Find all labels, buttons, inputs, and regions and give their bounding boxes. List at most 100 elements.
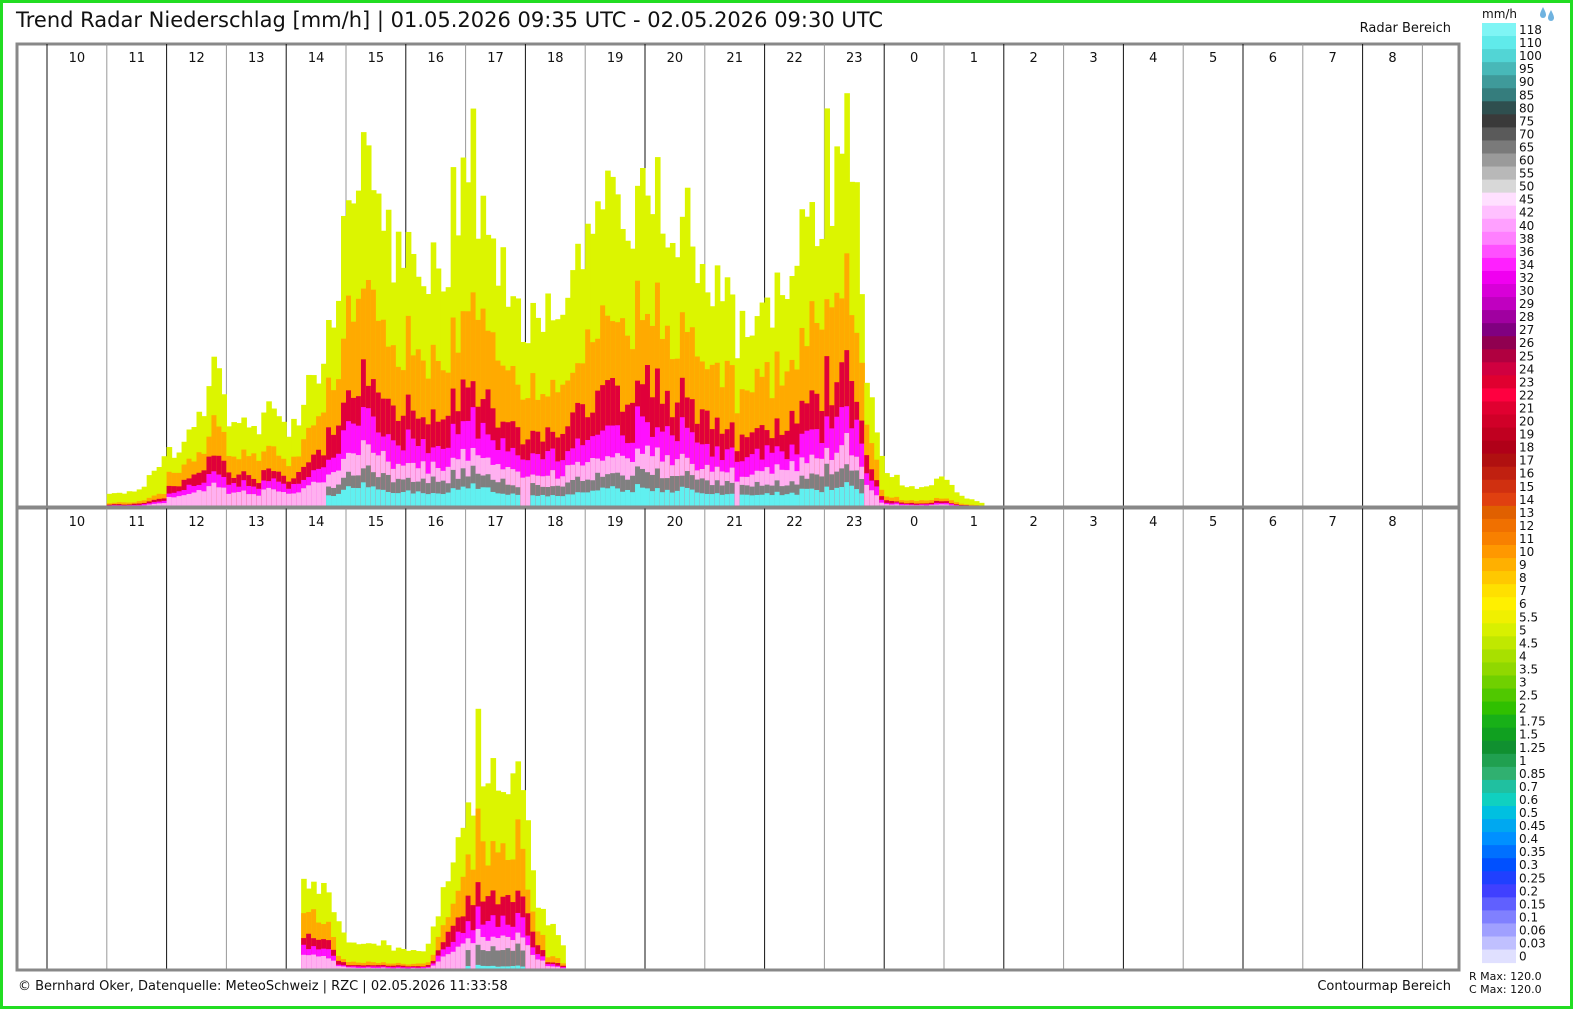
legend-level-label: 3.5 (1519, 662, 1538, 676)
legend-swatch (1482, 545, 1516, 559)
precip-bar-top (869, 490, 875, 507)
precip-bar-bottom (460, 943, 467, 970)
legend-swatch (1482, 75, 1516, 89)
precip-bar-top (341, 489, 347, 507)
legend-level-label: 16 (1519, 467, 1534, 481)
legend-swatch (1482, 479, 1516, 494)
precip-bar-top (321, 482, 327, 507)
precip-bar-top (689, 489, 696, 507)
precip-bar-top (600, 487, 606, 507)
precip-bar-top (380, 489, 387, 507)
precip-bar-top (625, 489, 631, 507)
precip-bar-top (605, 488, 611, 507)
precip-bar-top (749, 495, 756, 507)
precip-bar-top (635, 484, 641, 507)
precip-bar-top (674, 490, 681, 507)
legend-swatch (1482, 36, 1516, 50)
precip-bar-top (854, 489, 860, 507)
precip-bar-top (759, 494, 766, 507)
precip-bar-top (834, 487, 840, 507)
precip-bar-top (470, 483, 477, 507)
precip-bar-top (231, 492, 237, 507)
legend-swatch (1482, 806, 1516, 820)
legend-level-label: 110 (1519, 36, 1542, 50)
legend-swatch (1482, 584, 1516, 598)
precip-bar-bottom (311, 954, 317, 970)
precip-bar-bottom (525, 945, 531, 970)
hour-tick-label: 4 (1149, 51, 1157, 66)
legend-level-label: 55 (1519, 167, 1534, 181)
legend-level-label: 1.5 (1519, 728, 1538, 742)
precip-bar-top (859, 493, 865, 507)
legend-swatch (1482, 101, 1516, 115)
legend-level-label: 50 (1519, 180, 1534, 194)
legend-level-label: 7 (1519, 584, 1527, 598)
precip-bar-top (580, 492, 586, 507)
precip-bar-top (714, 493, 721, 507)
precip-bar-top (256, 495, 262, 507)
legend-level-label: 0.2 (1519, 884, 1538, 898)
precip-bar-top (360, 482, 367, 507)
precip-bar-top (266, 487, 272, 507)
precip-bar-bottom (316, 956, 322, 970)
precip-bar-top (286, 493, 292, 507)
legend-level-label: 65 (1519, 140, 1534, 154)
hour-tick-label: 3 (1089, 515, 1097, 530)
precip-bar-top (420, 493, 427, 507)
legend-swatch (1482, 231, 1516, 246)
legend-swatch (1482, 336, 1516, 350)
precip-bar-top (864, 484, 870, 507)
legend-swatch (1482, 792, 1516, 807)
precip-bar-top (211, 482, 218, 507)
precip-bar-top (221, 487, 227, 507)
hour-tick-label: 14 (308, 515, 325, 530)
legend-level-label: 95 (1519, 62, 1534, 76)
precip-bar-top (505, 494, 512, 507)
legend-swatch (1482, 179, 1516, 194)
precip-bar-top (654, 488, 661, 507)
hour-tick-label: 6 (1269, 51, 1277, 66)
hour-tick-label: 12 (188, 51, 205, 66)
hour-tick-label: 4 (1149, 515, 1157, 530)
precip-bar-top (764, 493, 771, 507)
precip-bar-top (281, 492, 287, 507)
legend-swatch (1482, 936, 1516, 951)
legend-level-label: 0.3 (1519, 858, 1538, 872)
hour-tick-label: 15 (368, 515, 385, 530)
legend-level-label: 22 (1519, 388, 1534, 402)
precip-bar-top (226, 493, 232, 507)
legend-level-label: 75 (1519, 114, 1534, 128)
legend-swatch (1482, 779, 1516, 794)
precip-bar-top (306, 485, 312, 507)
precip-bar-top (176, 496, 183, 507)
hour-tick-label: 0 (910, 515, 918, 530)
hour-tick-label: 12 (188, 515, 205, 530)
precip-bar-top (729, 493, 736, 507)
precip-bar-top (809, 488, 816, 507)
hour-tick-label: 3 (1089, 51, 1097, 66)
precip-bar-top (510, 493, 517, 507)
legend-swatch (1482, 636, 1516, 650)
precip-bar-top (694, 492, 701, 507)
precip-bar-top (400, 492, 407, 507)
precip-bar-top (779, 495, 786, 507)
legend-level-label: 32 (1519, 271, 1534, 285)
hour-tick-label: 8 (1388, 515, 1396, 530)
legend-swatch (1482, 218, 1516, 233)
precip-bar-top (435, 493, 442, 507)
precip-bar-top (575, 492, 581, 507)
precip-bar-top (395, 493, 402, 507)
legend-level-label: 9 (1519, 558, 1527, 572)
precip-bar-top (296, 492, 302, 507)
hour-tick-label: 8 (1388, 51, 1396, 66)
precip-bar-top (799, 488, 806, 507)
legend-swatch (1482, 362, 1516, 376)
legend-swatch (1482, 871, 1516, 885)
legend-swatch (1482, 597, 1516, 611)
legend-swatch (1482, 740, 1516, 755)
legend-swatch (1482, 897, 1516, 911)
precip-bar-top (445, 492, 452, 507)
precip-bar-top (794, 494, 801, 507)
legend-level-label: 12 (1519, 519, 1534, 533)
hour-tick-label: 10 (69, 51, 86, 66)
